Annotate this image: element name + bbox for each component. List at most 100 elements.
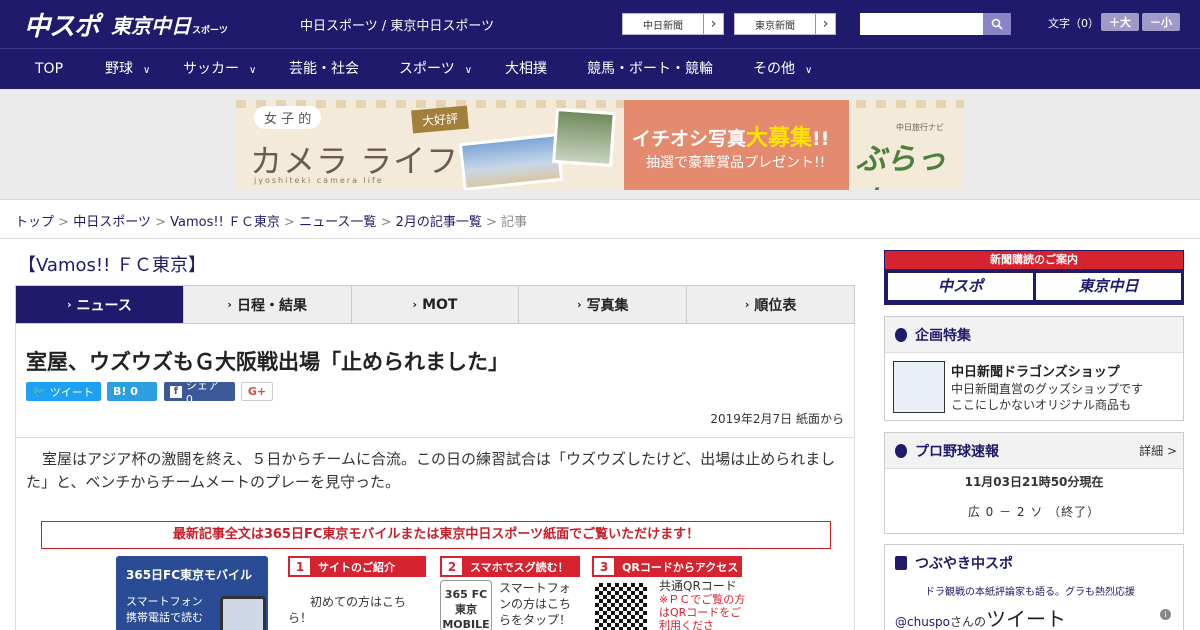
subscribe-chuspo-button[interactable]: 中スポ <box>888 273 1033 300</box>
search-input[interactable] <box>860 13 984 35</box>
breadcrumb-link[interactable]: 2月の記事一覧 <box>396 215 482 230</box>
tab-photos[interactable]: › 写真集 <box>519 286 688 323</box>
tweet-label: ツイート <box>49 385 94 399</box>
banner-brand: ぶらっ人 <box>856 142 946 190</box>
article: 室屋、ウズウズもＧ大阪戦出場「止められました」 🐦 ツイート B! 0 f シェア … <box>15 324 855 630</box>
banner-subline: 抽選で豪華賞品プレゼント!! <box>646 155 826 171</box>
article-body: 室屋はアジア杯の激闘を終え、５日からチームに合流。この日の練習試合は「ウズウズし… <box>26 450 836 491</box>
site-name: 中日スポーツ / 東京中日スポーツ <box>300 19 495 34</box>
twitter-header: つぶやき中スポ <box>885 545 1183 581</box>
banner-headline-text: イチオシ写真 <box>632 128 747 150</box>
nav-top[interactable]: TOP <box>35 49 63 89</box>
mobile-site-card[interactable]: 365日FC東京モバイル スマートフォン 携帯電話で読む <box>116 556 268 630</box>
twitter-title: つぶやき中スポ <box>915 556 1013 572</box>
logo-tokyo-chunichi: 東京中日 <box>111 13 192 38</box>
tab-label: ニュース <box>76 297 132 314</box>
qr-note: ※ＰＣでご覧の方はQRコードをご利用くださ <box>659 593 746 630</box>
chevron-right-icon: › <box>815 14 835 34</box>
breadcrumb-link[interactable]: Vamos!! ＦＣ東京 <box>170 215 280 230</box>
desc-line: ここにしかないオリジナル商品も <box>951 398 1132 412</box>
chunichi-link[interactable]: 中日新聞 › <box>622 13 724 35</box>
nav-entertainment[interactable]: 芸能・社会 <box>289 49 359 89</box>
facebook-share-button[interactable]: f シェア 0 <box>164 379 235 406</box>
step-1: 1 サイトのご紹介 <box>288 556 426 577</box>
font-smaller-button[interactable]: －小 <box>1142 13 1180 31</box>
chevron-down-icon: ∨ <box>805 65 813 76</box>
nav-label: 競馬・ボート・競輪 <box>587 61 713 77</box>
nav-sumo[interactable]: 大相撲 <box>505 49 547 89</box>
subscription-header: 新聞購読のご案内 <box>885 251 1183 269</box>
smartphone-link[interactable]: スマートフォンの方はこちらをタップ！ <box>499 580 574 628</box>
font-bigger-button[interactable]: ＋大 <box>1101 13 1139 31</box>
nav-sports[interactable]: スポーツ ∨ <box>399 49 472 89</box>
section-tabs: › ニュース › 日程・結果 › MOT › 写真集 › 順位表 <box>15 285 855 324</box>
banner-romaji: jyoshiteki camera life <box>254 176 384 185</box>
score-timestamp: 11月03日21時50分現在 <box>964 475 1104 489</box>
google-plus-button[interactable]: G+ <box>241 382 273 401</box>
subscribe-tokyo-button[interactable]: 東京中日 <box>1036 273 1181 300</box>
tab-schedule[interactable]: › 日程・結果 <box>184 286 352 323</box>
step-label: QRコードからアクセス <box>622 560 739 574</box>
baseball-header: プロ野球速報 詳細 > <box>885 433 1183 469</box>
twitter-account-link[interactable]: @chuspo <box>895 615 950 629</box>
twitter-tweets-label: ツイート <box>986 607 1067 630</box>
dragons-shop-link[interactable]: 中日新聞ドラゴンズショップ <box>951 361 1120 380</box>
tweet-button[interactable]: 🐦 ツイート <box>26 382 101 401</box>
banner-headline-end: !! <box>812 128 830 150</box>
twitter-subtitle: ドラ観戦の本紙評論家も語る。グラも熱烈応援 <box>925 587 1135 598</box>
tokyo-link[interactable]: 東京新聞 › <box>734 13 836 35</box>
tab-label: MOT <box>422 296 458 313</box>
facebook-icon: f <box>170 385 182 398</box>
chevron-right-icon: › <box>66 298 72 311</box>
tab-label: 日程・結果 <box>236 297 307 314</box>
twitter-account: @chuspoさんのツイート <box>895 603 1066 630</box>
hatena-button[interactable]: B! 0 <box>107 382 157 401</box>
banner-headline: イチオシ写真大募集!! <box>632 120 829 152</box>
tab-label: 写真集 <box>586 297 629 314</box>
site-logo[interactable]: 中スポ 東京中日 スポーツ <box>24 6 228 42</box>
chevron-down-icon: ∨ <box>143 65 151 76</box>
chevron-right-icon: › <box>744 298 750 311</box>
article-title: 室屋、ウズウズもＧ大阪戦出場「止められました」 <box>26 350 509 374</box>
site-header: 中スポ 東京中日 スポーツ 中日スポーツ / 東京中日スポーツ 中日新聞 › 東京… <box>0 0 1200 48</box>
search-button[interactable] <box>983 13 1011 35</box>
info-icon[interactable]: i <box>1160 609 1171 620</box>
breadcrumb-link[interactable]: 中日スポーツ <box>73 215 151 230</box>
breadcrumb-link[interactable]: トップ <box>15 215 54 230</box>
dragons-shop-image[interactable] <box>893 361 945 413</box>
nav-others[interactable]: その他 ∨ <box>753 49 812 89</box>
banner-headline-big: 大募集 <box>746 126 813 151</box>
feature-header: 企画特集 <box>885 317 1183 353</box>
chevron-down-icon: ∨ <box>249 65 257 76</box>
nav-label: 芸能・社会 <box>289 61 359 77</box>
step-label: スマホでスグ読む！ <box>470 560 569 574</box>
step-number: 3 <box>594 558 614 575</box>
tab-mot[interactable]: › MOT <box>352 286 520 323</box>
qr-label: 共通QRコード <box>659 579 737 593</box>
chevron-right-icon: › <box>703 14 723 34</box>
site-intro-link[interactable]: 初めての方はこちら！ <box>288 594 416 626</box>
camera-life-banner[interactable]: 女 子 的 カメラ ライフ jyoshiteki camera life 大好評… <box>236 100 964 190</box>
banner-tag: 大好評 <box>411 105 469 134</box>
banner-stripe <box>236 100 964 108</box>
baseball-details-link[interactable]: 詳細 > <box>1139 442 1177 459</box>
game-score[interactable]: 広 0 － 2 ソ （終了） <box>885 503 1183 520</box>
nav-baseball[interactable]: 野球 ∨ <box>105 49 150 89</box>
nav-soccer[interactable]: サッカー ∨ <box>183 49 256 89</box>
banner-navi-label: 中日旅行ナビ <box>896 123 944 132</box>
ribbon-icon <box>895 327 907 342</box>
tab-standings[interactable]: › 順位表 <box>687 286 854 323</box>
nav-label: スポーツ <box>399 61 455 77</box>
qr-code-icon <box>592 580 650 630</box>
tab-news[interactable]: › ニュース <box>16 286 184 323</box>
fc-tokyo-mobile-icon[interactable]: 365 FC東京 MOBILE <box>440 580 492 630</box>
nav-label: サッカー <box>183 61 239 77</box>
nav-racing[interactable]: 競馬・ボート・競輪 <box>587 49 713 89</box>
qr-description: 共通QRコード ※ＰＣでご覧の方はQRコードをご利用くださ <box>659 580 749 630</box>
breadcrumb-current: 記事 <box>501 215 528 230</box>
step-2: 2 スマホでスグ読む！ <box>440 556 580 577</box>
nav-label: TOP <box>35 61 64 77</box>
breadcrumb-link[interactable]: ニュース一覧 <box>299 215 376 230</box>
baseball-scores-box: プロ野球速報 詳細 > 11月03日21時50分現在 広 0 － 2 ソ （終了） <box>884 432 1184 534</box>
chunichi-link-label: 中日新聞 <box>643 20 683 32</box>
